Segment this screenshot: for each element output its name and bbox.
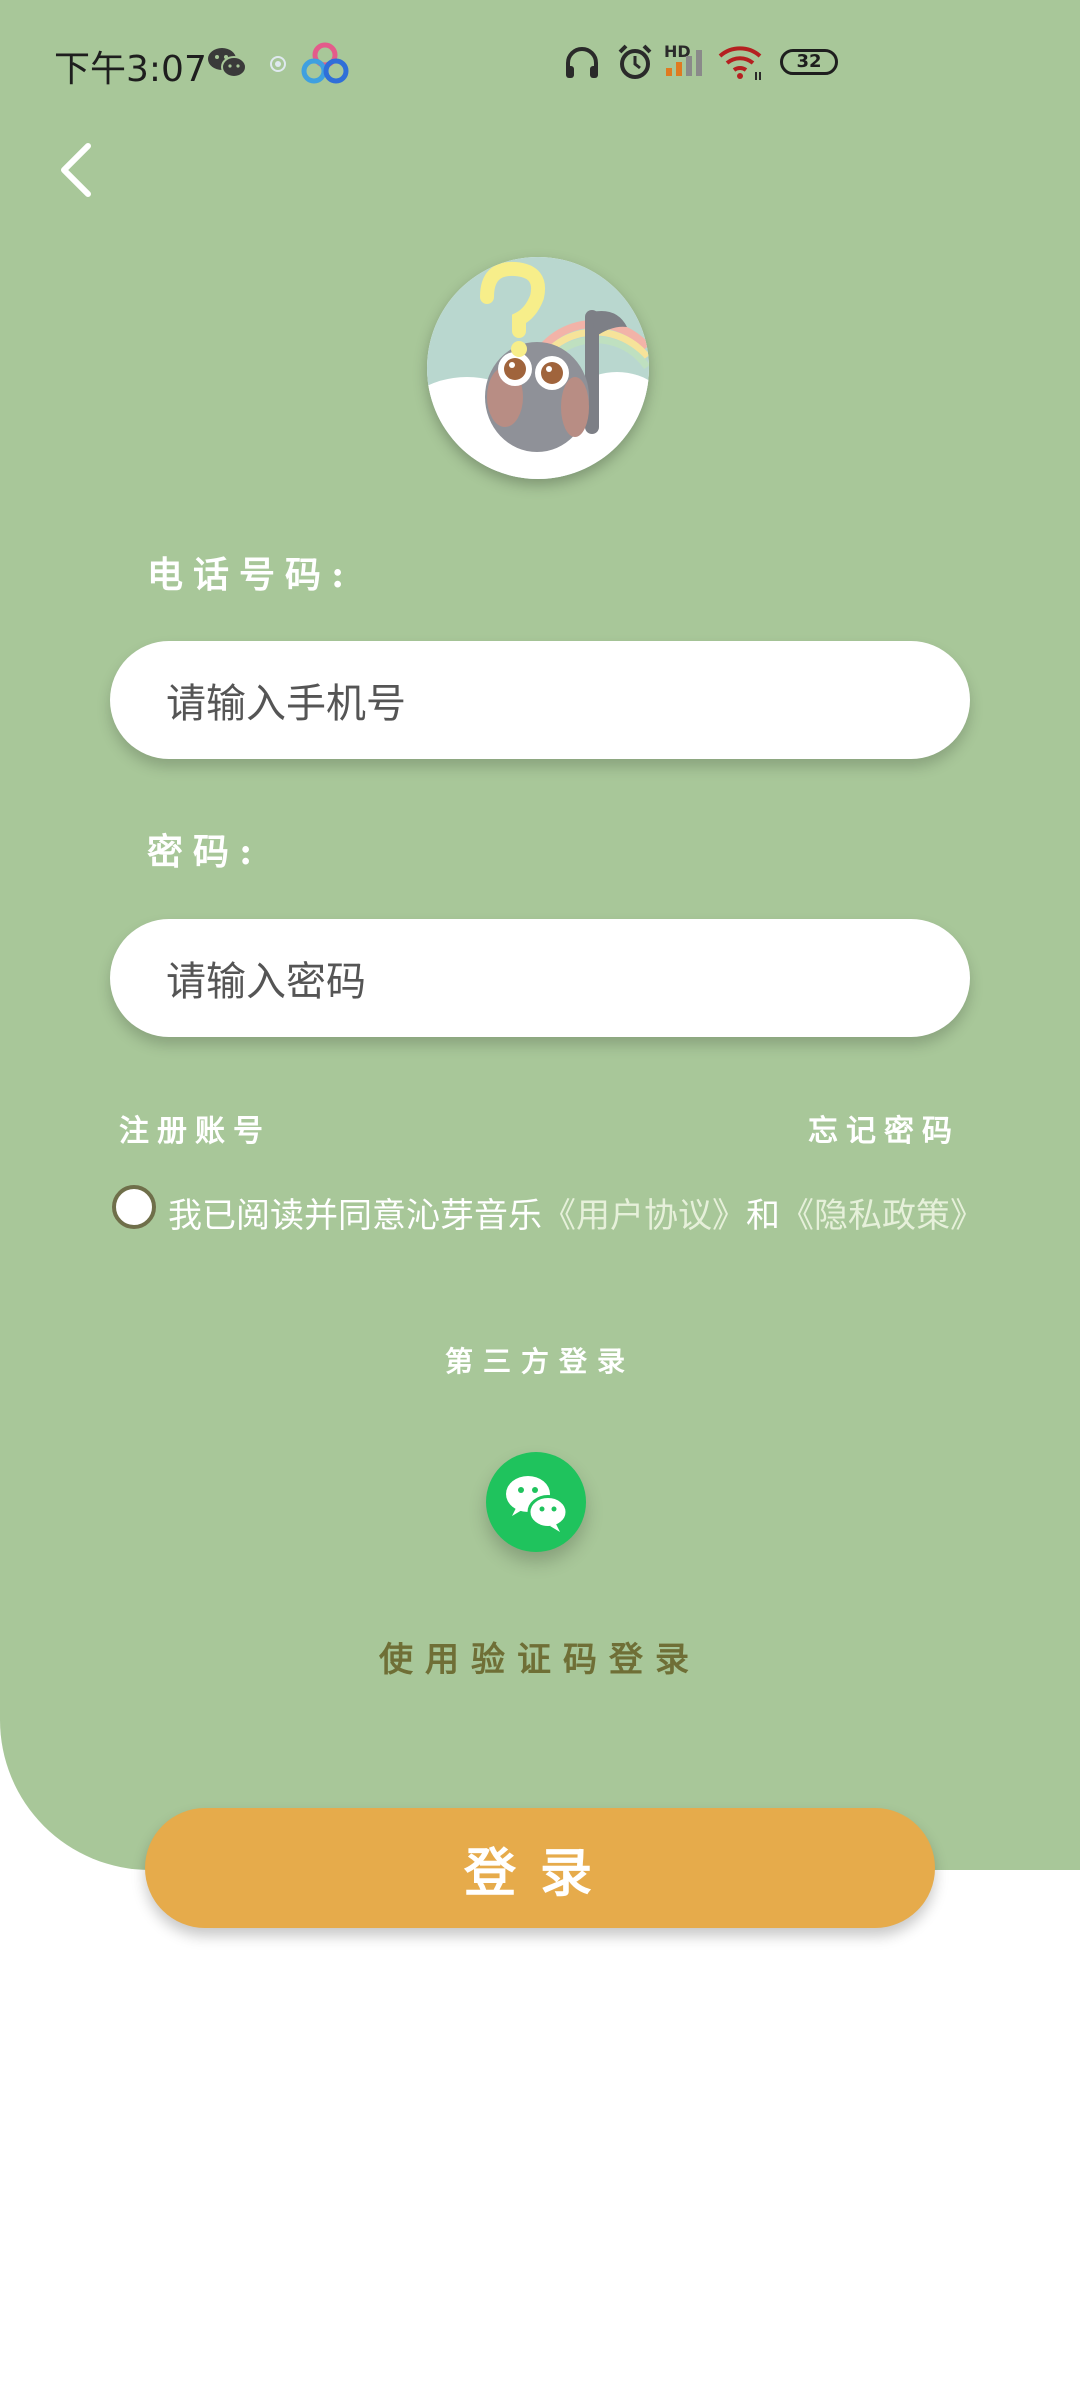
phone-label: 电话号码: xyxy=(147,554,355,596)
mascot-illustration xyxy=(427,257,649,479)
agreement-and: 和 xyxy=(746,1196,780,1236)
agreement-prefix: 我已阅读并同意沁芽音乐 xyxy=(168,1196,542,1236)
status-time: 下午3:07 xyxy=(54,49,207,90)
phone-input[interactable]: 请输入手机号 xyxy=(110,641,970,759)
verification-code-login-link[interactable]: 使用验证码登录 xyxy=(0,1632,1080,1681)
battery-level: 32 xyxy=(796,51,822,72)
alarm-icon xyxy=(618,44,652,79)
user-agreement-link[interactable]: 《用户协议》 xyxy=(542,1196,746,1236)
back-button[interactable] xyxy=(40,130,120,210)
login-button[interactable]: 登录 xyxy=(145,1808,935,1928)
wechat-login-button[interactable] xyxy=(486,1452,586,1552)
third-party-title: 第三方登录 xyxy=(444,1345,635,1378)
register-link[interactable]: 注册账号 xyxy=(119,1106,271,1150)
cloud-sync-icon xyxy=(301,42,349,84)
password-input[interactable]: 请输入密码 xyxy=(110,919,970,1037)
avatar xyxy=(427,257,649,479)
chevron-left-icon xyxy=(61,143,91,197)
privacy-policy-link[interactable]: 《隐私政策》 xyxy=(780,1196,984,1236)
agreement-text: 我已阅读并同意沁芽音乐《用户协议》和《隐私政策》 xyxy=(168,1188,984,1237)
agreement-row: 我已阅读并同意沁芽音乐《用户协议》和《隐私政策》 xyxy=(112,1180,1032,1240)
forgot-password-link[interactable]: 忘记密码 xyxy=(808,1106,960,1150)
wechat-icon xyxy=(208,48,247,78)
password-label: 密码: xyxy=(147,831,263,873)
headphones-icon xyxy=(566,47,598,78)
battery-icon: 32 xyxy=(780,49,838,75)
app-notification-icon xyxy=(270,56,286,72)
wifi-icon xyxy=(718,46,762,80)
wechat-icon xyxy=(506,1476,569,1532)
signal-icon xyxy=(666,50,702,76)
status-bar: 下午3:07 HD 32 xyxy=(0,0,1080,130)
agreement-checkbox[interactable] xyxy=(112,1185,156,1229)
